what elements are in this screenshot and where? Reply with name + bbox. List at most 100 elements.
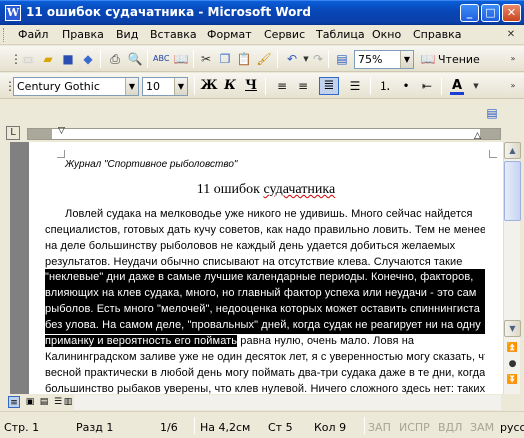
view-bar: ≡ ▣ ▤ ☰ ▥	[0, 394, 524, 411]
reading-layout-icon[interactable]: 📖	[420, 51, 436, 67]
first-line-indent-icon[interactable]: ▽	[58, 126, 65, 136]
window-title: 11 ошибок судачатника - Microsoft Word	[26, 5, 311, 19]
selected-line: "неклевые" дни даже в самые лучшие кален…	[45, 269, 485, 286]
bold-button[interactable]: Ж	[199, 77, 219, 95]
title-bar[interactable]: W 11 ошибок судачатника - Microsoft Word…	[0, 0, 524, 25]
menu-help[interactable]: Справка	[413, 28, 461, 41]
font-color-button[interactable]: A	[447, 77, 467, 95]
paragraph-line: на деле большинству рыболовов не каждый …	[45, 240, 456, 252]
toolbar-options-icon[interactable]: »	[505, 51, 521, 67]
status-overtype[interactable]: ЗАМ	[470, 421, 494, 434]
copy-icon[interactable]: ❐	[217, 51, 233, 67]
spelling-icon[interactable]: ABC	[153, 51, 169, 67]
right-indent-icon[interactable]: △	[474, 131, 481, 141]
menu-insert[interactable]: Вставка	[150, 28, 197, 41]
status-line: Ст 5	[268, 421, 293, 434]
outdent-button[interactable]: ⇤	[417, 77, 437, 95]
paragraph-line: результатов. Неудачи обычно списывают на…	[45, 256, 463, 268]
print-preview-icon[interactable]: 🔍	[127, 51, 143, 67]
align-center-button[interactable]: ≡	[293, 77, 313, 95]
previous-page-icon[interactable]: ⏫	[504, 340, 521, 356]
reviewing-pane-icon[interactable]: ▤	[484, 105, 500, 121]
status-extend[interactable]: ВДЛ	[438, 421, 462, 434]
horizontal-ruler[interactable]: ▽ △	[27, 126, 501, 141]
toolbar-options-icon[interactable]: »	[505, 78, 521, 94]
justify-button[interactable]: ≣	[319, 77, 339, 95]
font-color-dropdown-icon[interactable]: ▼	[468, 78, 484, 94]
paragraph-line: Ловлей судака на мелководье уже никого н…	[65, 208, 473, 220]
status-track-changes[interactable]: ИСПР	[399, 421, 430, 434]
select-browse-object-icon[interactable]: ●	[504, 356, 521, 372]
menu-view[interactable]: Вид	[116, 28, 138, 41]
horizontal-scrollbar[interactable]	[74, 395, 501, 410]
menu-table[interactable]: Таблица	[316, 28, 365, 41]
menu-bar: Файл Правка Вид Вставка Формат Сервис Та…	[0, 25, 524, 45]
ruler-left-margin	[28, 129, 52, 139]
toolbar-grip[interactable]	[3, 28, 6, 42]
close-document-icon[interactable]: ✕	[503, 27, 519, 43]
new-document-icon[interactable]: ▭	[20, 51, 36, 67]
paste-icon[interactable]: 📋	[236, 51, 252, 67]
scroll-up-button[interactable]: ▲	[504, 142, 521, 159]
reading-layout-button[interactable]: Чтение	[438, 53, 480, 66]
tab-selector-icon[interactable]: L	[6, 126, 20, 140]
journal-heading: Журнал "Спортивное рыболовство"	[65, 159, 238, 170]
save-icon[interactable]: ■	[60, 51, 76, 67]
chevron-down-icon[interactable]: ▼	[400, 51, 413, 68]
next-page-icon[interactable]: ⏬	[504, 372, 521, 388]
menu-tools[interactable]: Сервис	[264, 28, 305, 41]
status-section: Разд 1	[76, 421, 114, 434]
toolbar-separator	[277, 50, 278, 68]
chevron-down-icon[interactable]: ▼	[125, 78, 138, 95]
horizontal-ruler-bar: L ▽ △	[0, 125, 524, 142]
status-separator	[194, 417, 195, 434]
format-painter-icon[interactable]: 🖌	[256, 51, 272, 67]
print-icon[interactable]: ⎙	[107, 51, 123, 67]
menu-window[interactable]: Окно	[372, 28, 401, 41]
status-page-count: 1/6	[160, 421, 178, 434]
redo-icon[interactable]: ↷	[310, 51, 326, 67]
zoom-combobox[interactable]: 75% ▼	[354, 50, 414, 69]
print-layout-icon[interactable]: ▤	[38, 396, 50, 408]
document-map-icon[interactable]: ▤	[334, 51, 350, 67]
toolbar-separator	[147, 50, 148, 68]
status-record[interactable]: ЗАП	[368, 421, 391, 434]
margin-corner	[489, 150, 497, 158]
title-text: 11 ошибок	[196, 182, 264, 197]
scroll-thumb[interactable]	[504, 161, 521, 221]
numbering-button[interactable]: ⒈	[375, 77, 395, 95]
document-page[interactable]: Журнал "Спортивное рыболовство" 11 ошибо…	[29, 142, 503, 394]
minimize-button[interactable]: _	[460, 4, 479, 22]
maximize-button[interactable]: □	[481, 4, 500, 22]
document-title: 11 ошибок судачатника	[29, 182, 503, 198]
toolbar-separator	[441, 77, 442, 95]
scroll-down-button[interactable]: ▼	[504, 320, 521, 337]
paragraph-line: большинство рыбаков уверены, что клев ну…	[45, 383, 485, 394]
normal-view-icon[interactable]: ≡	[8, 396, 20, 408]
cut-icon[interactable]: ✂	[198, 51, 214, 67]
paragraph-line: специалистов, готовых дать кучу советов,…	[45, 224, 485, 236]
align-left-button[interactable]: ≡	[272, 77, 292, 95]
word-app-icon[interactable]: W	[5, 5, 21, 21]
toolbar-separator	[370, 77, 371, 95]
research-icon[interactable]: 📖	[173, 51, 189, 67]
font-name-combobox[interactable]: Century Gothic ▼	[13, 77, 139, 96]
open-folder-icon[interactable]: ▰	[40, 51, 56, 67]
toolbar-separator	[100, 50, 101, 68]
line-spacing-button[interactable]: ☰	[345, 77, 365, 95]
menu-file[interactable]: Файл	[18, 28, 48, 41]
bullets-button[interactable]: •	[396, 77, 416, 95]
close-button[interactable]: ✕	[502, 4, 521, 22]
menu-edit[interactable]: Правка	[62, 28, 104, 41]
standard-toolbar: ⋮ ▭ ▰ ■ ◆ ⎙ 🔍 ABC 📖 ✂ ❐ 📋 🖌 ↶ ▼ ↷ ▤ 75% …	[0, 46, 524, 72]
reading-view-icon[interactable]: ▥	[62, 396, 74, 408]
web-layout-icon[interactable]: ▣	[24, 396, 36, 408]
italic-button[interactable]: К	[220, 77, 240, 95]
selected-line: влияющих на клев судака, много, но главн…	[45, 285, 485, 302]
chevron-down-icon[interactable]: ▼	[174, 78, 187, 95]
permission-icon[interactable]: ◆	[80, 51, 96, 67]
underline-button[interactable]: Ч	[241, 77, 261, 95]
font-size-combobox[interactable]: 10 ▼	[142, 77, 188, 96]
menu-format[interactable]: Формат	[207, 28, 252, 41]
vertical-scrollbar[interactable]: ▲ ▼ ⏫ ● ⏬	[503, 142, 521, 394]
